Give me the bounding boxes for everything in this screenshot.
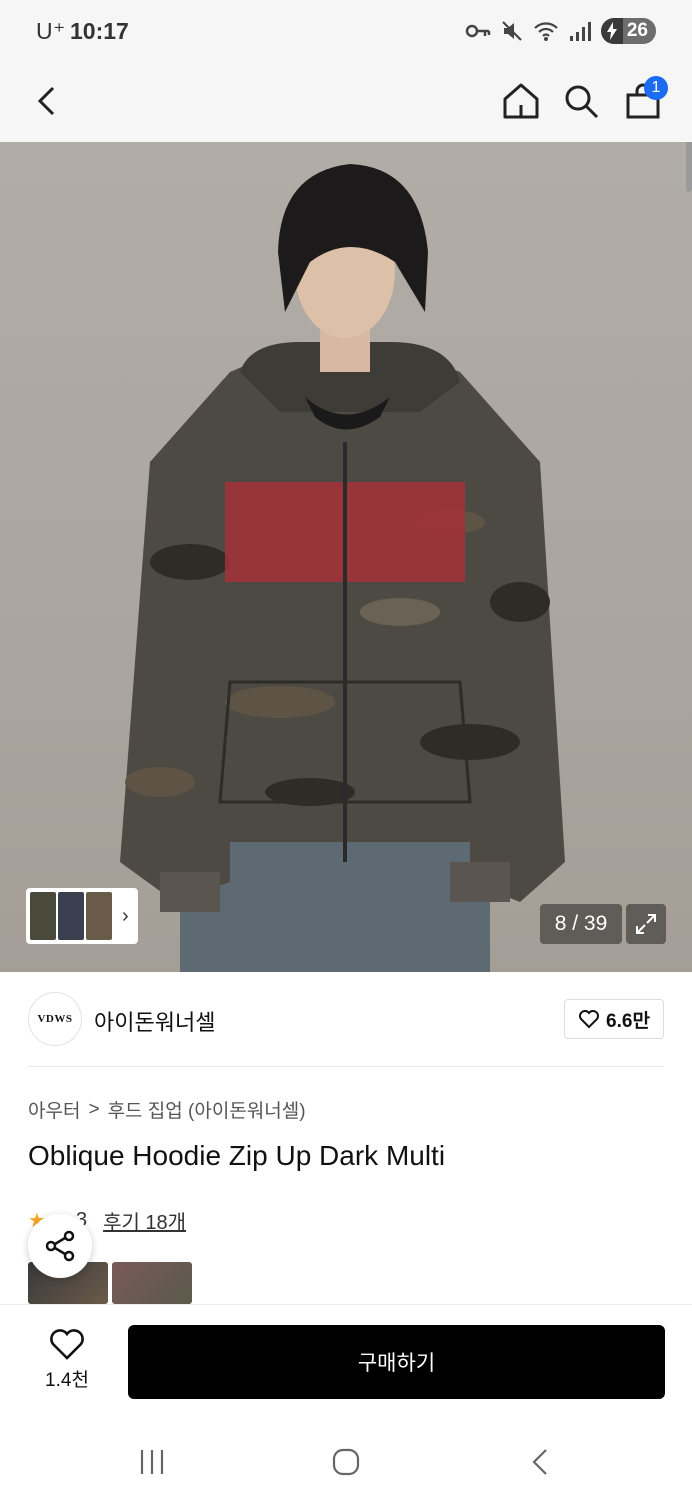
- share-button[interactable]: [28, 1214, 92, 1278]
- back-system-button[interactable]: [520, 1442, 560, 1482]
- back-button[interactable]: [22, 76, 72, 126]
- home-button[interactable]: [496, 76, 546, 126]
- heart-icon: [579, 1010, 600, 1029]
- wishlist-button[interactable]: 1.4천: [32, 1329, 102, 1399]
- battery-level: 26: [622, 18, 656, 44]
- review-photo[interactable]: [112, 1262, 192, 1304]
- breadcrumb-category[interactable]: 아우터: [28, 1096, 80, 1123]
- brand-name[interactable]: 아이돈워너셀: [94, 1005, 215, 1037]
- product-image[interactable]: [0, 142, 692, 972]
- page-scrollbar[interactable]: [686, 142, 692, 192]
- top-nav: 1: [0, 62, 692, 142]
- system-nav-bar: [0, 1422, 692, 1500]
- image-page-counter: 8 / 39: [540, 904, 622, 944]
- share-icon: [45, 1230, 75, 1262]
- brand-like-count: 6.6만: [606, 1010, 650, 1032]
- search-button[interactable]: [556, 76, 606, 126]
- home-system-button[interactable]: [326, 1442, 366, 1482]
- status-bar: U⁺ 10:17 26: [0, 0, 692, 62]
- expand-image-button[interactable]: [626, 904, 666, 944]
- brand-row: VDWS 아이돈워너셀 6.6만: [28, 992, 664, 1048]
- divider: [28, 1066, 664, 1067]
- key-icon: [465, 24, 491, 38]
- brand-like-button[interactable]: 6.6만: [564, 999, 664, 1039]
- heart-icon: [50, 1329, 84, 1360]
- bottom-action-bar: 1.4천 구매하기: [0, 1304, 692, 1422]
- wishlist-count: 1.4천: [45, 1370, 89, 1391]
- cart-count-badge: 1: [644, 76, 668, 100]
- chevron-right-icon[interactable]: ›: [122, 905, 129, 928]
- chevron-left-icon: [37, 86, 55, 116]
- home-circle-icon: [332, 1448, 360, 1476]
- breadcrumb-subcategory[interactable]: 후드 집업 (아이돈워너셀): [108, 1096, 306, 1123]
- battery-indicator: 26: [600, 18, 656, 44]
- brand-logo[interactable]: VDWS: [28, 992, 82, 1046]
- battery-charging-icon: [600, 18, 623, 44]
- product-photo: [120, 164, 565, 972]
- breadcrumb: 아우터 > 후드 집업 (아이돈워너셀): [28, 1096, 306, 1123]
- gallery-thumbnail[interactable]: [86, 892, 112, 940]
- carrier-label: U⁺: [36, 18, 66, 44]
- gallery-thumbnail[interactable]: [30, 892, 56, 940]
- buy-button[interactable]: 구매하기: [128, 1325, 665, 1399]
- signal-icon: [569, 22, 591, 41]
- recent-apps-icon: [140, 1450, 164, 1474]
- gallery-thumbnail[interactable]: [58, 892, 84, 940]
- expand-icon: [636, 914, 656, 934]
- status-icons: 26: [465, 18, 656, 44]
- home-icon: [503, 83, 539, 119]
- cart-button[interactable]: 1: [618, 76, 668, 126]
- breadcrumb-separator: >: [88, 1098, 100, 1120]
- product-title: Oblique Hoodie Zip Up Dark Multi: [28, 1140, 446, 1171]
- search-icon: [565, 85, 599, 119]
- gallery-thumbnail-strip[interactable]: ›: [26, 888, 138, 944]
- clock: 10:17: [70, 18, 129, 44]
- recent-apps-button[interactable]: [132, 1442, 172, 1482]
- review-count-link[interactable]: 후기 18개: [103, 1206, 186, 1235]
- mute-icon: [502, 21, 522, 41]
- wifi-icon: [534, 22, 558, 41]
- chevron-left-icon: [532, 1449, 547, 1475]
